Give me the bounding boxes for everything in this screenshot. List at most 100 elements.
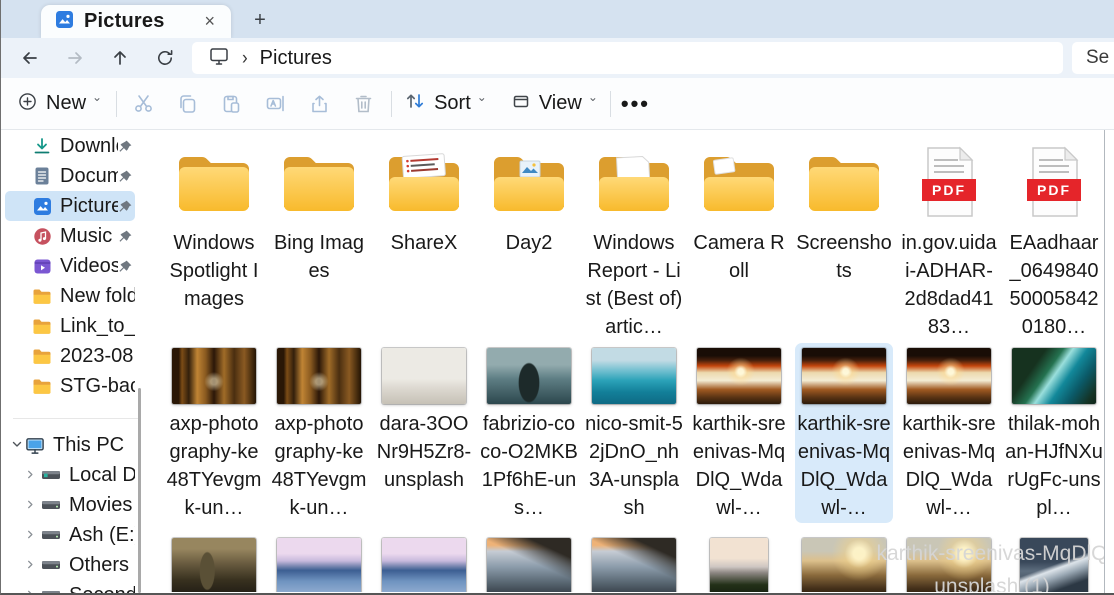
- pdf-file-icon: PDF: [920, 140, 978, 224]
- image-thumbnail-parliament: [172, 538, 256, 592]
- file-item[interactable]: [585, 538, 683, 592]
- new-button[interactable]: New ⌄: [18, 92, 102, 116]
- sidebar-item-drive-2[interactable]: Ash (E:): [5, 520, 135, 550]
- chevron-right-icon[interactable]: [25, 558, 37, 573]
- delete-button[interactable]: [341, 87, 385, 121]
- file-name: EAadhaar_0649840500058420180…: [1005, 229, 1103, 341]
- chevron-down-icon[interactable]: [11, 438, 23, 453]
- image-thumbnail-temple: [172, 348, 256, 404]
- sort-icon: [404, 90, 426, 117]
- folder-item[interactable]: Screenshots: [795, 140, 893, 341]
- sidebar-item-pictures[interactable]: Pictures: [5, 191, 135, 221]
- sidebar-item-videos[interactable]: Videos: [5, 251, 135, 281]
- refresh-button[interactable]: [150, 44, 180, 72]
- breadcrumb-location[interactable]: Pictures: [260, 47, 332, 70]
- share-button[interactable]: [297, 87, 341, 121]
- file-item[interactable]: axp-photography-ke48TYevgmk-un…: [270, 343, 368, 523]
- file-item[interactable]: [690, 538, 788, 592]
- sidebar-item-downloads[interactable]: Downloads: [5, 131, 135, 161]
- file-item[interactable]: karthik-sreenivas-MqDlQ_Wdawl-…: [900, 343, 998, 523]
- folder-item[interactable]: Camera Roll: [690, 140, 788, 341]
- music-icon: [32, 226, 52, 246]
- file-item[interactable]: dara-3OONr9H5Zr8-unsplash: [375, 343, 473, 523]
- file-name: Windows Report - List (Best of) artic…: [585, 229, 683, 341]
- file-item[interactable]: [900, 538, 998, 592]
- up-button[interactable]: [105, 44, 135, 72]
- tab-close-icon[interactable]: ×: [198, 11, 221, 32]
- view-button-label: View: [539, 92, 582, 115]
- tab-title: Pictures: [84, 10, 198, 33]
- chevron-right-icon[interactable]: [25, 468, 37, 483]
- file-item[interactable]: [270, 538, 368, 592]
- folder-item[interactable]: ShareX: [375, 140, 473, 341]
- file-name: Day2: [480, 229, 578, 257]
- sidebar-item-link-to-n[interactable]: Link_to_N: [5, 311, 135, 341]
- sort-button[interactable]: Sort ⌄: [400, 90, 491, 117]
- image-thumbnail-temple: [277, 348, 361, 404]
- sidebar-item-stg-backup[interactable]: STG-backup: [5, 371, 135, 401]
- plus-circle-icon: [18, 92, 37, 116]
- sidebar-item-drive-4[interactable]: Second: [5, 580, 135, 593]
- pin-icon: [118, 139, 133, 154]
- navigation-bar: › Pictures Se: [1, 38, 1114, 78]
- new-tab-button[interactable]: +: [247, 7, 273, 33]
- sidebar-item-drive-0[interactable]: Local Di: [5, 460, 135, 490]
- file-item[interactable]: nico-smit-52jDnO_nh3A-unsplash: [585, 343, 683, 523]
- file-item[interactable]: axp-photography-ke48TYevgmk-un…: [165, 343, 263, 523]
- tab-pictures[interactable]: Pictures ×: [41, 5, 231, 38]
- sidebar-item-new-folder[interactable]: New folder: [5, 281, 135, 311]
- sidebar-item-2023-08[interactable]: 2023-08: [5, 341, 135, 371]
- file-item[interactable]: fabrizio-coco-O2MKB1Pf6hE-uns…: [480, 343, 578, 523]
- sidebar-item-music[interactable]: Music: [5, 221, 135, 251]
- sort-button-label: Sort: [434, 92, 471, 115]
- image-thumbnail-arch: [697, 348, 781, 404]
- toolbar-divider: [116, 91, 117, 117]
- address-bar[interactable]: › Pictures: [192, 42, 1063, 74]
- file-item[interactable]: thilak-mohan-HJfNXurUgFc-unspl…: [1005, 343, 1103, 523]
- file-name: axp-photography-ke48TYevgmk-un…: [270, 410, 368, 522]
- sidebar-scrollbar[interactable]: [138, 388, 141, 593]
- image-thumbnail-cliffs: [592, 538, 676, 592]
- file-item[interactable]: [375, 538, 473, 592]
- file-item[interactable]: karthik-sreenivas-MqDlQ_Wdawl-…: [690, 343, 788, 523]
- rename-button[interactable]: [253, 87, 297, 121]
- downloads-icon: [32, 136, 52, 156]
- toolbar-divider: [610, 91, 611, 117]
- view-button[interactable]: View ⌄: [507, 91, 602, 116]
- chevron-right-icon[interactable]: [25, 528, 37, 543]
- folder-icon: [175, 140, 253, 224]
- file-item[interactable]: [165, 538, 263, 592]
- file-item[interactable]: PDFEAadhaar_0649840500058420180…: [1005, 140, 1103, 341]
- file-item[interactable]: [795, 538, 893, 592]
- sidebar-item-documents[interactable]: Documents: [5, 161, 135, 191]
- file-name: axp-photography-ke48TYevgmk-un…: [165, 410, 263, 522]
- vertical-scrollbar[interactable]: [1104, 130, 1105, 593]
- folder-item[interactable]: Day2: [480, 140, 578, 341]
- image-thumbnail-sunmtn: [802, 538, 886, 592]
- file-item[interactable]: [480, 538, 578, 592]
- image-thumbnail-arch: [802, 348, 886, 404]
- chevron-right-icon[interactable]: [25, 588, 37, 594]
- file-name: fabrizio-coco-O2MKB1Pf6hE-uns…: [480, 410, 578, 522]
- sidebar-item-this-pc[interactable]: This PC: [5, 430, 135, 460]
- image-thumbnail-cliffs: [487, 538, 571, 592]
- search-input[interactable]: Se: [1072, 42, 1114, 74]
- folder-item[interactable]: Windows Spotlight Images: [165, 140, 263, 341]
- sidebar-item-drive-3[interactable]: Others (: [5, 550, 135, 580]
- folder-item[interactable]: Windows Report - List (Best of) artic…: [585, 140, 683, 341]
- back-button[interactable]: [15, 44, 45, 72]
- file-item[interactable]: [1005, 538, 1103, 592]
- thispc-icon: [25, 435, 45, 455]
- chevron-right-icon[interactable]: [25, 498, 37, 513]
- sidebar-divider: [13, 418, 141, 419]
- file-item[interactable]: karthik-sreenivas-MqDlQ_Wdawl-…: [795, 343, 893, 523]
- folder-item[interactable]: Bing Images: [270, 140, 368, 341]
- file-item[interactable]: PDFin.gov.uidai-ADHAR-2d8dad4183…: [900, 140, 998, 341]
- view-icon: [511, 91, 531, 116]
- sidebar-item-drive-1[interactable]: Movies: [5, 490, 135, 520]
- copy-button[interactable]: [165, 87, 209, 121]
- cut-button[interactable]: [121, 87, 165, 121]
- paste-button[interactable]: [209, 87, 253, 121]
- forward-button[interactable]: [60, 44, 90, 72]
- see-more-button[interactable]: •••: [621, 91, 650, 117]
